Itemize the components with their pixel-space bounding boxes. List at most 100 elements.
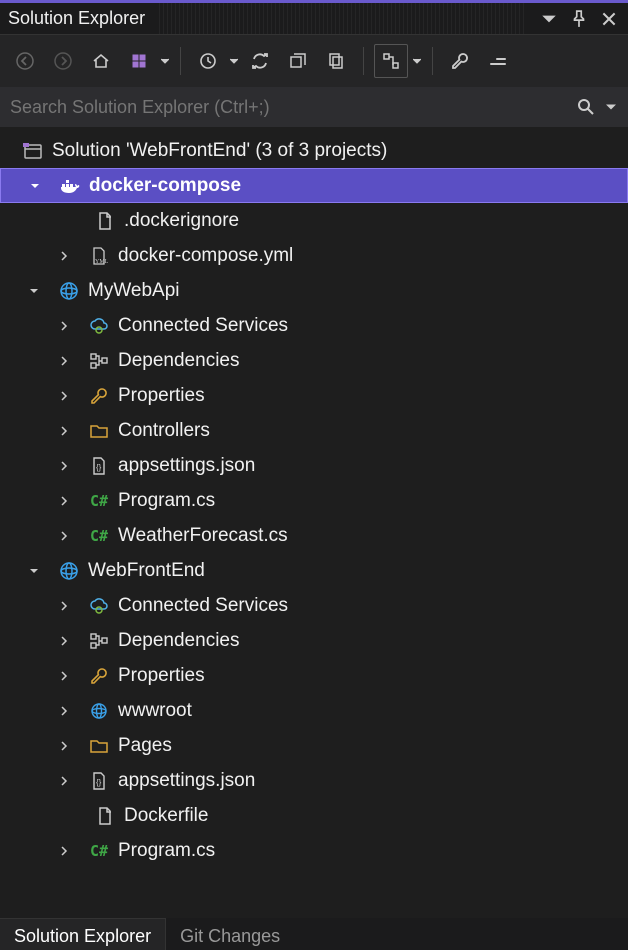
node-connected-services[interactable]: Connected Services: [0, 588, 628, 623]
project-label: WebFrontEnd: [88, 560, 205, 582]
window-menu-button[interactable]: [538, 8, 560, 30]
search-button[interactable]: [570, 91, 602, 123]
close-button[interactable]: [598, 8, 620, 30]
file-weatherforecast-cs[interactable]: C# WeatherForecast.cs: [0, 518, 628, 553]
file-appsettings[interactable]: {} appsettings.json: [0, 763, 628, 798]
project-mywebapi[interactable]: MyWebApi: [0, 273, 628, 308]
node-label: Connected Services: [118, 315, 288, 337]
svg-text:{}: {}: [96, 778, 102, 787]
properties-button[interactable]: [443, 44, 477, 78]
expander-icon[interactable]: [54, 736, 74, 756]
node-dependencies[interactable]: Dependencies: [0, 623, 628, 658]
expander-icon[interactable]: [54, 351, 74, 371]
dependencies-icon: [86, 348, 112, 374]
search-options-dropdown[interactable]: [604, 102, 618, 112]
solution-node[interactable]: Solution 'WebFrontEnd' (3 of 3 projects): [0, 133, 628, 168]
panel-title-bar: Solution Explorer: [0, 3, 628, 35]
node-properties[interactable]: Properties: [0, 658, 628, 693]
web-project-icon: [56, 558, 82, 584]
expander-icon[interactable]: [54, 841, 74, 861]
folder-pages[interactable]: Pages: [0, 728, 628, 763]
expander-icon[interactable]: [54, 666, 74, 686]
home-button[interactable]: [84, 44, 118, 78]
show-all-files-button[interactable]: [319, 44, 353, 78]
node-connected-services[interactable]: Connected Services: [0, 308, 628, 343]
folder-label: Pages: [118, 735, 172, 757]
nav-back-button[interactable]: [8, 44, 42, 78]
node-label: Properties: [118, 665, 205, 687]
node-properties[interactable]: Properties: [0, 378, 628, 413]
expander-icon[interactable]: [54, 421, 74, 441]
expander-icon[interactable]: [24, 281, 44, 301]
file-docker-compose-yml[interactable]: YML docker-compose.yml: [0, 238, 628, 273]
expander-icon[interactable]: [54, 596, 74, 616]
nav-forward-button[interactable]: [46, 44, 80, 78]
pending-changes-dropdown[interactable]: [229, 57, 239, 65]
solution-label: Solution 'WebFrontEnd' (3 of 3 projects): [52, 140, 387, 162]
expander-icon[interactable]: [54, 526, 74, 546]
project-label: MyWebApi: [88, 280, 180, 302]
csharp-file-icon: C#: [86, 838, 112, 864]
expander-icon[interactable]: [54, 386, 74, 406]
bottom-tabs: Solution Explorer Git Changes: [0, 918, 628, 950]
file-dockerignore[interactable]: .dockerignore: [0, 203, 628, 238]
dependencies-icon: [86, 628, 112, 654]
node-label: Connected Services: [118, 595, 288, 617]
view-button[interactable]: [374, 44, 408, 78]
expander-icon[interactable]: [54, 771, 74, 791]
file-label: Program.cs: [118, 490, 215, 512]
project-docker-compose[interactable]: docker-compose: [0, 168, 628, 203]
pending-changes-filter-button[interactable]: [191, 44, 225, 78]
expander-icon[interactable]: [54, 246, 74, 266]
web-project-icon: [56, 278, 82, 304]
file-label: appsettings.json: [118, 770, 255, 792]
node-dependencies[interactable]: Dependencies: [0, 343, 628, 378]
folder-controllers[interactable]: Controllers: [0, 413, 628, 448]
tab-solution-explorer[interactable]: Solution Explorer: [0, 918, 166, 950]
view-dropdown[interactable]: [412, 57, 422, 65]
tab-label: Git Changes: [180, 926, 280, 947]
file-appsettings[interactable]: {} appsettings.json: [0, 448, 628, 483]
file-program-cs[interactable]: C# Program.cs: [0, 833, 628, 868]
expander-icon[interactable]: [54, 491, 74, 511]
csharp-file-icon: C#: [86, 523, 112, 549]
expander-icon[interactable]: [54, 631, 74, 651]
json-file-icon: {}: [86, 768, 112, 794]
file-dockerfile[interactable]: Dockerfile: [0, 798, 628, 833]
expander-icon[interactable]: [25, 176, 45, 196]
project-webfrontend[interactable]: WebFrontEnd: [0, 553, 628, 588]
preview-button[interactable]: [481, 44, 515, 78]
collapse-all-button[interactable]: [281, 44, 315, 78]
file-label: .dockerignore: [124, 210, 239, 232]
solution-tree[interactable]: Solution 'WebFrontEnd' (3 of 3 projects)…: [0, 127, 628, 918]
expander-icon[interactable]: [54, 701, 74, 721]
expander-icon[interactable]: [54, 316, 74, 336]
expander-icon[interactable]: [24, 561, 44, 581]
node-label: Dependencies: [118, 350, 239, 372]
globe-icon: [86, 698, 112, 724]
file-label: Dockerfile: [124, 805, 208, 827]
file-program-cs[interactable]: C# Program.cs: [0, 483, 628, 518]
switch-views-dropdown[interactable]: [160, 57, 170, 65]
file-label: docker-compose.yml: [118, 245, 293, 267]
folder-label: Controllers: [118, 420, 210, 442]
toolbar-separator: [180, 47, 181, 75]
connected-services-icon: [86, 593, 112, 619]
expander-icon[interactable]: [54, 456, 74, 476]
svg-text:YML: YML: [95, 259, 109, 265]
drag-handle[interactable]: [159, 3, 524, 34]
folder-wwwroot[interactable]: wwwroot: [0, 693, 628, 728]
switch-views-button[interactable]: [122, 44, 156, 78]
yaml-file-icon: YML: [86, 243, 112, 269]
search-input[interactable]: [10, 97, 570, 118]
file-icon: [92, 803, 118, 829]
pin-button[interactable]: [568, 8, 590, 30]
project-label: docker-compose: [89, 175, 241, 197]
search-bar: [0, 87, 628, 127]
folder-icon: [86, 733, 112, 759]
sync-button[interactable]: [243, 44, 277, 78]
svg-text:{}: {}: [96, 463, 102, 472]
file-label: Program.cs: [118, 840, 215, 862]
file-label: WeatherForecast.cs: [118, 525, 288, 547]
tab-git-changes[interactable]: Git Changes: [166, 918, 294, 950]
